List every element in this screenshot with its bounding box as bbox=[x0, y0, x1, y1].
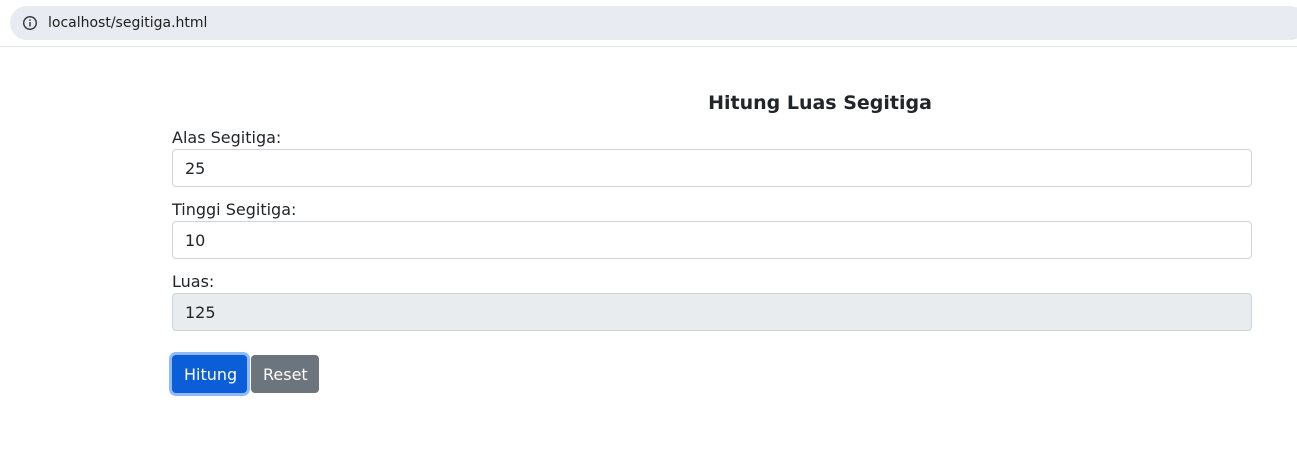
hitung-button[interactable]: Hitung bbox=[172, 355, 247, 393]
info-circle-icon[interactable] bbox=[22, 15, 38, 31]
page-title: Hitung Luas Segitiga bbox=[708, 92, 932, 114]
address-bar[interactable]: localhost/segitiga.html bbox=[10, 6, 1297, 40]
browser-toolbar: localhost/segitiga.html bbox=[0, 0, 1297, 47]
luas-output bbox=[172, 293, 1252, 331]
tinggi-label: Tinggi Segitiga: bbox=[172, 200, 297, 219]
url-text[interactable]: localhost/segitiga.html bbox=[48, 6, 207, 40]
alas-label: Alas Segitiga: bbox=[172, 128, 282, 147]
luas-label: Luas: bbox=[172, 272, 215, 291]
alas-input[interactable] bbox=[172, 149, 1252, 187]
reset-button[interactable]: Reset bbox=[251, 355, 319, 393]
tinggi-input[interactable] bbox=[172, 221, 1252, 259]
